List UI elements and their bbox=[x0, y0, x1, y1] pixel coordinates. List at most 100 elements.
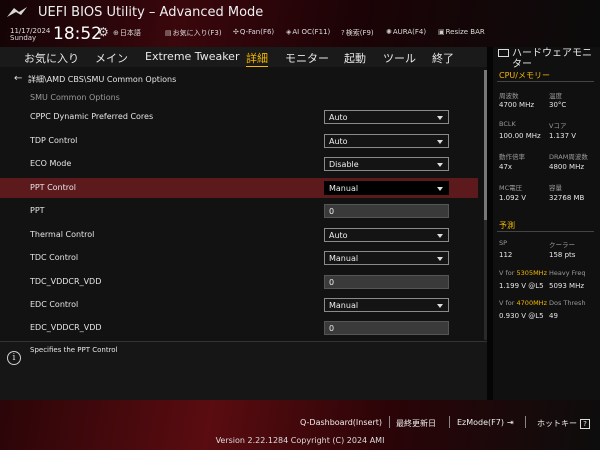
tab-advanced[interactable]: 詳細 bbox=[246, 50, 268, 66]
cpu-temp-label: 温度 bbox=[549, 92, 562, 100]
exit-arrow-icon: ⇥ bbox=[506, 418, 514, 427]
resize-bar-icon: ▣ bbox=[438, 28, 445, 36]
globe-icon: ⊕ bbox=[113, 29, 119, 37]
setting-row-tdc-vddcr-vdd[interactable]: TDC_VDDCR_VDD 0 bbox=[0, 272, 478, 292]
monitor-icon bbox=[498, 49, 509, 57]
tab-extreme-tweaker[interactable]: Extreme Tweaker bbox=[145, 50, 239, 63]
sp-value: 112 bbox=[499, 251, 513, 259]
sp-label: SP bbox=[499, 239, 508, 247]
setting-row-thermal-control[interactable]: Thermal Control Auto bbox=[0, 225, 478, 245]
q-dashboard-button[interactable]: Q-Dashboard(Insert) bbox=[300, 418, 382, 427]
setting-dropdown[interactable]: Disable bbox=[324, 157, 449, 171]
favorites-icon: ▤ bbox=[165, 29, 172, 37]
setting-input[interactable]: 0 bbox=[324, 275, 449, 289]
setting-row-tdc-control[interactable]: TDC Control Manual bbox=[0, 248, 478, 268]
setting-row-edc-vddcr-vdd[interactable]: EDC_VDDCR_VDD 0 bbox=[0, 318, 478, 338]
setting-row-ppt[interactable]: PPT 0 bbox=[0, 201, 478, 221]
setting-dropdown[interactable]: Manual bbox=[324, 251, 449, 265]
search-icon: ? bbox=[341, 29, 345, 37]
aura-button[interactable]: ✺AURA(F4) bbox=[386, 28, 426, 36]
help-text: Specifies the PPT Control bbox=[30, 346, 118, 354]
setting-label: TDC_VDDCR_VDD bbox=[30, 277, 102, 286]
setting-row-ppt-control[interactable]: PPT Control Manual bbox=[0, 178, 478, 198]
resize-bar-label: Resize BAR bbox=[445, 28, 485, 36]
setting-row-eco-mode[interactable]: ECO Mode Disable bbox=[0, 154, 478, 174]
favorites-button[interactable]: ▤お気に入り(F3) bbox=[165, 28, 222, 38]
section-divider bbox=[497, 81, 594, 82]
favorites-label: お気に入り(F3) bbox=[172, 29, 222, 37]
app-title: UEFI BIOS Utility – Advanced Mode bbox=[38, 5, 264, 20]
cooler-label: クーラー bbox=[549, 241, 575, 249]
setting-value: Manual bbox=[329, 254, 359, 263]
dropdown-caret-icon bbox=[437, 140, 443, 144]
qfan-label: Q-Fan(F6) bbox=[239, 28, 275, 36]
heavy-freq-label: Heavy Freq bbox=[549, 269, 586, 277]
hotkeys-button[interactable]: ホットキー? bbox=[537, 418, 590, 429]
language-button[interactable]: ⊕日本語 bbox=[113, 28, 141, 38]
aura-icon: ✺ bbox=[386, 28, 392, 36]
setting-row-edc-control[interactable]: EDC Control Manual bbox=[0, 295, 478, 315]
search-button[interactable]: ?検索(F9) bbox=[341, 28, 374, 38]
setting-label: Thermal Control bbox=[30, 230, 95, 239]
v-for-freq1: 5305MHz bbox=[516, 269, 547, 277]
setting-label: PPT bbox=[30, 206, 45, 215]
setting-input[interactable]: 0 bbox=[324, 321, 449, 335]
ai-oc-label: AI OC(F11) bbox=[292, 28, 331, 36]
dos-thresh-value: 49 bbox=[549, 312, 558, 320]
v-for-prefix: V for bbox=[499, 299, 517, 307]
ezmode-label: EzMode(F7) bbox=[457, 418, 504, 427]
tab-boot[interactable]: 起動 bbox=[344, 50, 366, 66]
aura-label: AURA(F4) bbox=[392, 28, 427, 36]
setting-row-cppc[interactable]: CPPC Dynamic Preferred Cores Auto bbox=[0, 107, 478, 127]
setting-value: Manual bbox=[329, 301, 359, 310]
setting-dropdown[interactable]: Manual bbox=[324, 298, 449, 312]
section-divider bbox=[497, 231, 594, 232]
setting-dropdown[interactable]: Auto bbox=[324, 134, 449, 148]
v-for-freq2-value: 0.930 V @L5 bbox=[499, 312, 544, 320]
setting-label: CPPC Dynamic Preferred Cores bbox=[30, 112, 154, 121]
setting-label: PPT Control bbox=[30, 183, 76, 192]
mc-voltage-value: 1.092 V bbox=[499, 194, 527, 202]
section-title: SMU Common Options bbox=[30, 93, 120, 102]
fan-icon: ✣ bbox=[233, 28, 239, 36]
tab-tool[interactable]: ツール bbox=[383, 50, 416, 66]
setting-dropdown[interactable]: Auto bbox=[324, 110, 449, 124]
capacity-label: 容量 bbox=[549, 184, 562, 192]
cooler-value: 158 pts bbox=[549, 251, 576, 259]
setting-value: Auto bbox=[329, 231, 348, 240]
help-key-icon: ? bbox=[580, 419, 590, 429]
setting-row-tdp-control[interactable]: TDP Control Auto bbox=[0, 131, 478, 151]
breadcrumb: 詳細\AMD CBS\SMU Common Options bbox=[28, 75, 177, 84]
dram-freq-value: 4800 MHz bbox=[549, 163, 585, 171]
ratio-value: 47x bbox=[499, 163, 513, 171]
setting-label: EDC Control bbox=[30, 300, 79, 309]
tab-monitor[interactable]: モニター bbox=[285, 50, 329, 66]
bclk-value: 100.00 MHz bbox=[499, 132, 541, 140]
ezmode-button[interactable]: EzMode(F7) ⇥ bbox=[457, 418, 514, 427]
setting-value: Auto bbox=[329, 137, 348, 146]
tab-exit[interactable]: 終了 bbox=[432, 50, 454, 66]
tab-favorites[interactable]: お気に入り bbox=[24, 50, 79, 66]
gear-icon[interactable]: ⚙ bbox=[98, 25, 109, 39]
heavy-freq-value: 5093 MHz bbox=[549, 282, 585, 290]
tab-main[interactable]: メイン bbox=[95, 50, 128, 66]
dropdown-caret-icon bbox=[437, 187, 443, 191]
setting-input[interactable]: 0 bbox=[324, 204, 449, 218]
setting-dropdown[interactable]: Auto bbox=[324, 228, 449, 242]
dram-freq-label: DRAM周波数 bbox=[549, 153, 588, 161]
v-for-freq1-value: 1.199 V @L5 bbox=[499, 282, 544, 290]
version-text: Version 2.22.1284 Copyright (C) 2024 AMI bbox=[215, 436, 385, 445]
back-arrow-icon[interactable]: ← bbox=[14, 73, 22, 84]
dropdown-caret-icon bbox=[437, 116, 443, 120]
ai-oc-button[interactable]: ◈AI OC(F11) bbox=[286, 28, 330, 36]
resize-bar-button[interactable]: ▣Resize BAR bbox=[438, 28, 485, 36]
qfan-button[interactable]: ✣Q-Fan(F6) bbox=[233, 28, 274, 36]
setting-label: TDP Control bbox=[30, 136, 78, 145]
setting-label: ECO Mode bbox=[30, 159, 72, 168]
last-modified-button[interactable]: 最終更新日 bbox=[396, 418, 436, 429]
dropdown-caret-icon bbox=[437, 257, 443, 261]
date-display: 11/17/2024 Sunday bbox=[10, 28, 50, 42]
setting-label: TDC Control bbox=[30, 253, 79, 262]
info-icon: i bbox=[7, 351, 21, 365]
setting-dropdown[interactable]: Manual bbox=[324, 181, 449, 195]
